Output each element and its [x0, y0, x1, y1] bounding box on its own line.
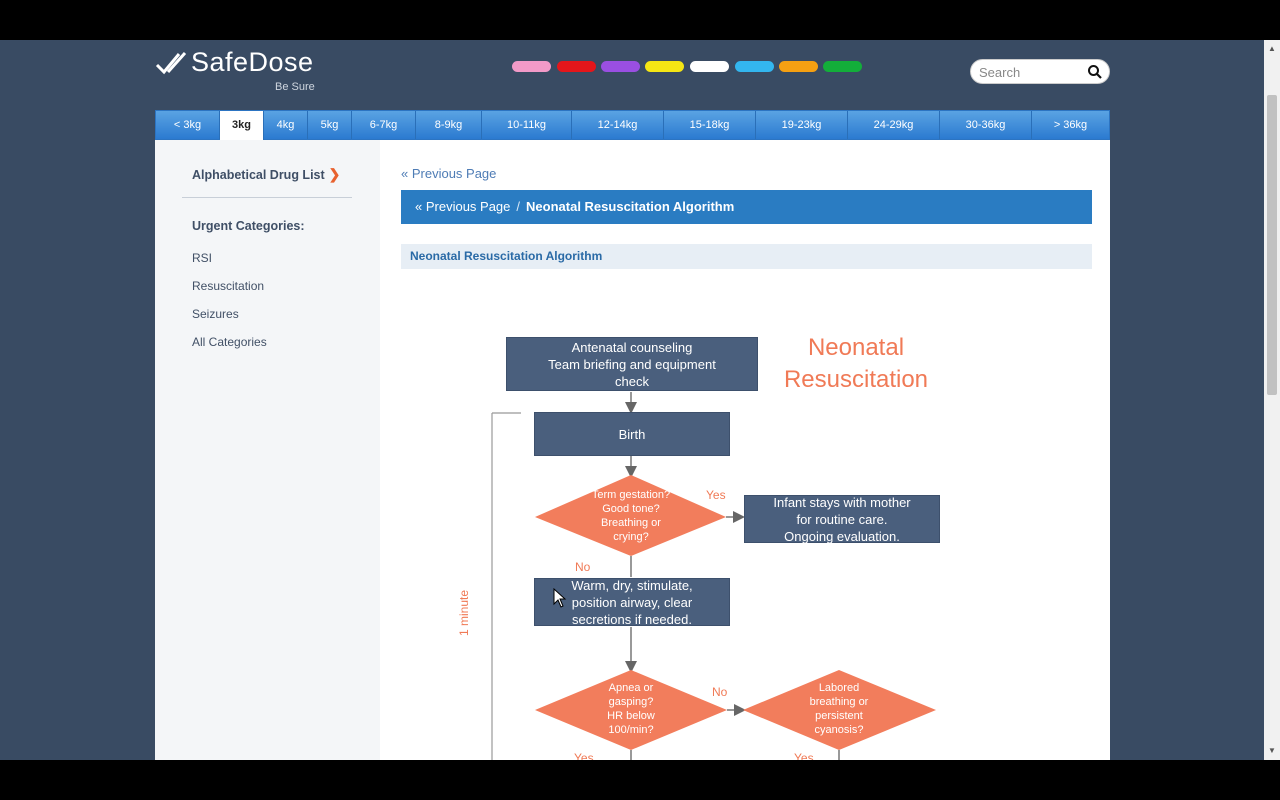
search-box — [970, 59, 1110, 84]
weight-tab-24-29kg[interactable]: 24-29kg — [848, 111, 940, 139]
box-birth-text: Birth — [618, 426, 646, 442]
box-warm-dry-text: Warm, dry, stimulate, position airway, c… — [571, 577, 693, 627]
breadcrumb-current: Neonatal Resuscitation Algorithm — [526, 199, 735, 214]
page-content-card: Alphabetical Drug List ❯ Urgent Categorie… — [155, 140, 1110, 760]
color-tab-pink[interactable] — [512, 61, 551, 72]
chevron-right-icon: ❯ — [328, 166, 341, 182]
urgent-categories-heading: Urgent Categories: — [192, 219, 305, 233]
weight-tab-10-11kg[interactable]: 10-11kg — [482, 111, 572, 139]
weight-tab-19-23kg[interactable]: 19-23kg — [756, 111, 848, 139]
scrollbar-thumb[interactable] — [1267, 95, 1277, 395]
scroll-down-arrow-icon[interactable]: ▼ — [1264, 744, 1280, 758]
checkmark-logo-icon — [155, 51, 187, 75]
decision-labored-text: Labored breathing or persistent cyanosis… — [809, 682, 869, 736]
sidebar-item-seizures[interactable]: Seizures — [192, 307, 239, 321]
weight-tab-gt36kg[interactable]: > 36kg — [1032, 111, 1109, 139]
sidebar-item-all-categories[interactable]: All Categories — [192, 335, 267, 349]
browser-viewport: SafeDose Be Sure < 3kg 3kg 4kg 5kg 6-7kg… — [0, 40, 1264, 760]
box-infant-stays-text: Infant stays with mother for routine car… — [773, 494, 911, 544]
weight-tab-lt3kg[interactable]: < 3kg — [156, 111, 220, 139]
neonatal-resuscitation-flowchart: Antenatal counseling Team briefing and e… — [401, 280, 1092, 760]
label-no-1: No — [575, 560, 591, 574]
breadcrumb: « Previous Page / Neonatal Resuscitation A… — [401, 190, 1092, 224]
weight-tab-30-36kg[interactable]: 30-36kg — [940, 111, 1032, 139]
breadcrumb-previous-link[interactable]: « Previous Page — [415, 199, 510, 214]
sidebar-item-resuscitation[interactable]: Resuscitation — [192, 279, 264, 293]
weight-tab-15-18kg[interactable]: 15-18kg — [664, 111, 756, 139]
color-tab-purple[interactable] — [601, 61, 640, 72]
box-birth: Birth — [534, 412, 730, 456]
scroll-up-arrow-icon[interactable]: ▲ — [1264, 42, 1280, 56]
sidebar-item-rsi[interactable]: RSI — [192, 251, 212, 265]
weight-tab-12-14kg[interactable]: 12-14kg — [572, 111, 664, 139]
color-tab-blue[interactable] — [735, 61, 774, 72]
section-title: Neonatal Resuscitation Algorithm — [401, 244, 1092, 269]
weight-tab-3kg[interactable]: 3kg — [220, 111, 264, 141]
breadcrumb-separator: / — [516, 199, 521, 214]
search-input[interactable] — [979, 64, 1089, 80]
alphabetical-drug-list-link[interactable]: Alphabetical Drug List ❯ — [192, 166, 340, 183]
box-antenatal-counseling-text: Antenatal counseling Team briefing and e… — [548, 339, 716, 389]
label-yes-2: Yes — [574, 751, 594, 760]
decision-apnea-text: Apnea or gasping? HR below 100/min? — [607, 682, 655, 736]
one-minute-label: 1 minute — [457, 589, 471, 636]
sidebar-divider — [182, 197, 352, 198]
weight-tab-5kg[interactable]: 5kg — [308, 111, 352, 139]
color-tab-white[interactable] — [690, 61, 729, 72]
label-yes-1: Yes — [706, 488, 726, 502]
decision-term-gestation-text: Term gestation? Good tone? Breathing or … — [591, 489, 671, 543]
color-tab-orange[interactable] — [779, 61, 818, 72]
weight-tab-8-9kg[interactable]: 8-9kg — [416, 111, 482, 139]
box-infant-stays-with-mother: Infant stays with mother for routine car… — [744, 494, 940, 544]
page-scrollbar[interactable]: ▲ ▼ — [1264, 40, 1280, 760]
search-icon[interactable] — [1087, 64, 1103, 80]
alphabetical-drug-list-label: Alphabetical Drug List — [192, 168, 325, 182]
weight-tab-4kg[interactable]: 4kg — [264, 111, 308, 139]
sidebar: Alphabetical Drug List ❯ Urgent Categorie… — [155, 140, 380, 760]
box-antenatal-counseling: Antenatal counseling Team briefing and e… — [506, 337, 758, 391]
weight-tab-6-7kg[interactable]: 6-7kg — [352, 111, 416, 139]
weight-tab-bar: < 3kg 3kg 4kg 5kg 6-7kg 8-9kg 10-11kg 12… — [155, 110, 1110, 141]
screen-bottom-border — [0, 760, 1280, 800]
previous-page-link[interactable]: « Previous Page — [401, 166, 496, 181]
label-yes-3: Yes — [794, 751, 814, 760]
color-tab-red[interactable] — [557, 61, 596, 72]
label-no-2: No — [712, 685, 728, 699]
color-tab-green[interactable] — [823, 61, 862, 72]
mouse-cursor-icon — [553, 588, 567, 608]
logo-tagline: Be Sure — [275, 81, 315, 93]
logo-name: SafeDose — [191, 47, 314, 77]
screen-top-border — [0, 0, 1280, 40]
flowchart-title: Neonatal Resuscitation — [783, 334, 929, 393]
color-tab-yellow[interactable] — [645, 61, 684, 72]
